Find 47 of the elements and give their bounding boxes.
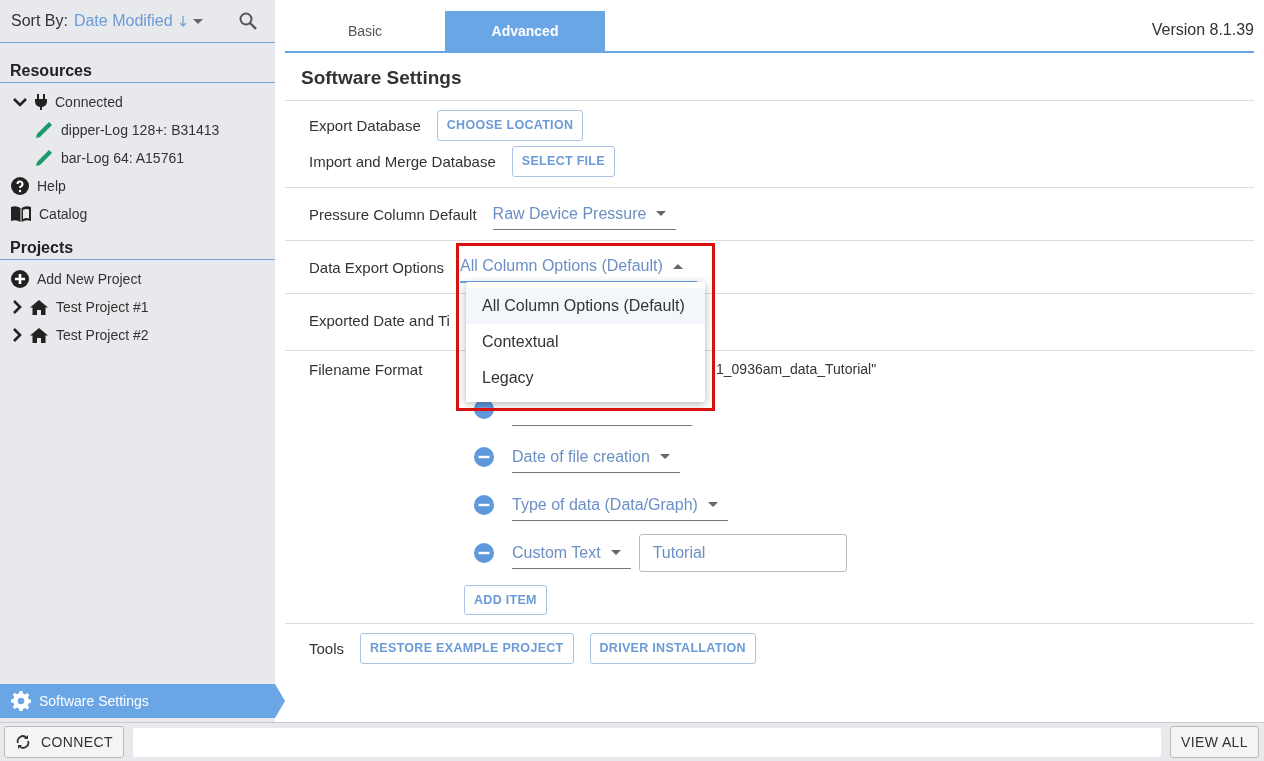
setting-label: Import and Merge Database [309,152,496,170]
help-icon [11,177,29,195]
setting-label: Exported Date and Ti [309,311,450,329]
menu-option[interactable]: All Column Options (Default) [466,288,705,324]
sidebar-item[interactable]: Test Project #2 [0,321,275,349]
menu-option[interactable]: Legacy [466,360,705,396]
view-all-button[interactable]: VIEW ALL [1170,726,1259,758]
caret-icon [656,211,667,216]
settings-icon [11,691,31,711]
pencil-icon [35,149,53,167]
arrow-down-icon [178,15,187,27]
remove-icon [474,447,494,467]
remove-icon [474,543,494,563]
sort-label: Sort By: [11,12,68,30]
refresh-icon [15,734,31,750]
caret-icon [192,18,203,24]
connect-button[interactable]: CONNECT [4,726,125,758]
setting-label: Pressure Column Default [309,205,477,223]
tab[interactable]: Basic [285,11,445,51]
version-label: Version 8.1.39 [1151,20,1254,39]
caret-icon [672,263,683,269]
caret-icon [610,550,621,555]
sidebar-item[interactable]: Catalog [0,200,275,228]
caret-icon [707,502,718,507]
menu-option[interactable]: Contextual [466,324,705,360]
remove-icon [474,495,494,515]
sidebar-item[interactable]: Connected [0,88,275,116]
sidebar-item[interactable]: Add New Project [0,265,275,293]
setting-label: Filename Format [309,361,424,380]
home-icon [30,327,48,343]
section-header: Projects [0,231,275,260]
plug-icon [35,94,47,110]
add-icon [11,270,29,288]
panel-title: Software Settings [285,53,1254,101]
search-icon [239,12,257,30]
device-item[interactable]: bar-Log 64: A15761 [0,144,275,172]
sidebar-item[interactable]: Help [0,172,275,200]
pencil-icon [35,121,53,139]
setting-label: Data Export Options [309,258,445,276]
device-item[interactable]: dipper-Log 128+: B31413 [0,116,275,144]
home-icon [30,299,48,315]
setting-label: Export Database [309,116,421,134]
caret-icon [659,454,670,459]
book-icon [11,206,31,222]
setting-label: Tools [309,639,345,657]
filename-preview: 1_0936am_data_Tutorial" [716,361,877,379]
sidebar-item[interactable]: Test Project #1 [0,293,275,321]
